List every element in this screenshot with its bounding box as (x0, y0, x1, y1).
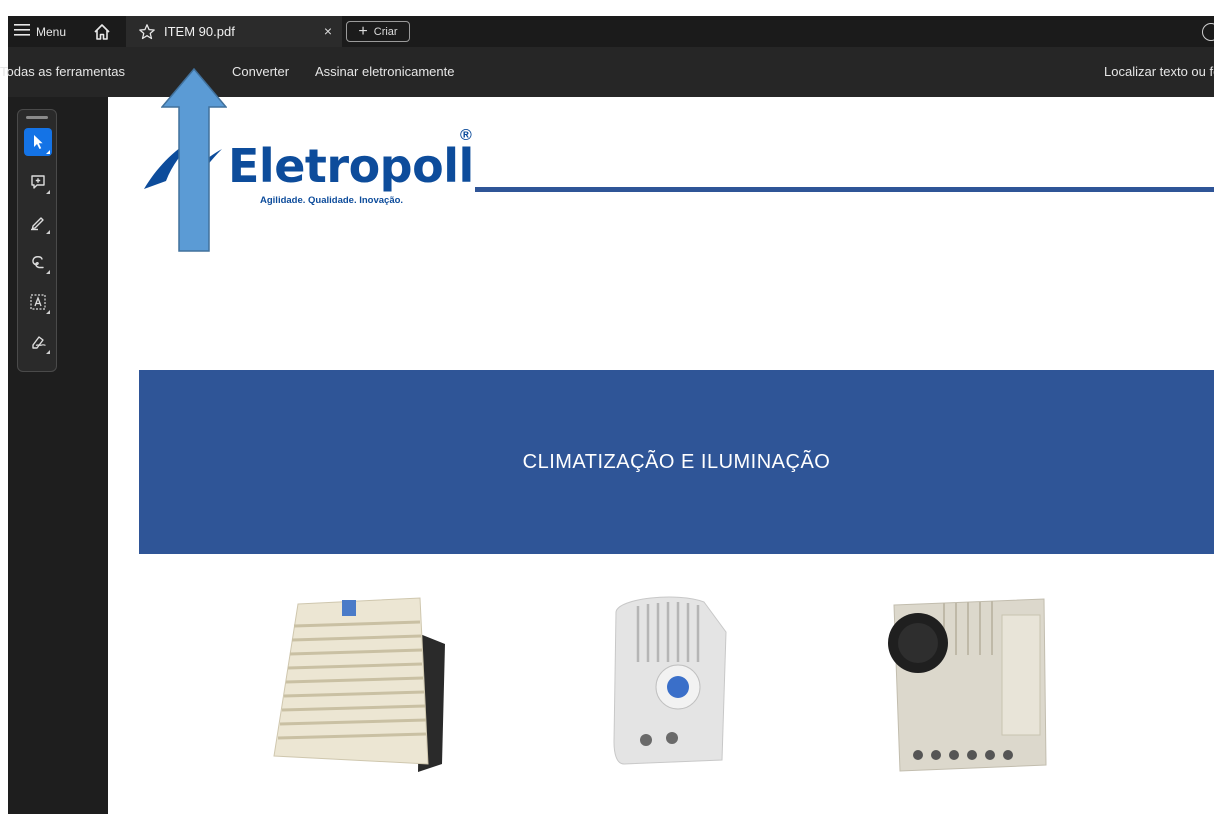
comment-tool-button[interactable] (24, 168, 52, 196)
highlight-pen-icon (31, 217, 44, 231)
sign-button[interactable]: Assinar eletronicamente (315, 64, 454, 79)
plus-icon: + (358, 22, 368, 40)
quick-tools-panel (17, 109, 57, 372)
add-comment-icon (31, 175, 45, 189)
section-title: CLIMATIZAÇÃO E ILUMINAÇÃO (522, 450, 831, 473)
star-icon[interactable] (138, 23, 156, 41)
highlight-tool-button[interactable] (24, 208, 52, 236)
pdf-viewer-window: Menu ITEM 90.pdf × + Criar Todas as ferr… (0, 16, 1214, 814)
pdf-page[interactable]: Eletropoll ® Agilidade. Qualidade. Inova… (108, 97, 1214, 814)
menu-label: Menu (36, 24, 67, 39)
tool-menu-corner (46, 350, 50, 354)
document-tab[interactable]: ITEM 90.pdf × (126, 16, 342, 47)
drag-handle[interactable] (26, 116, 48, 119)
screen-edge (0, 0, 8, 814)
select-pointer-icon (34, 135, 43, 149)
find-text-search[interactable]: Localizar texto ou fe (1104, 64, 1214, 79)
sign-pen-icon (32, 336, 46, 349)
header-rule (475, 187, 1214, 192)
home-button[interactable] (92, 22, 112, 42)
registered-mark: ® (460, 127, 472, 144)
select-tool-button[interactable] (24, 128, 52, 156)
menu-button[interactable]: Menu (14, 16, 66, 47)
draw-tool-button[interactable] (24, 248, 52, 276)
draw-lasso-icon (32, 256, 44, 269)
logo-wordmark: Eletropoll (228, 139, 474, 193)
tab-title: ITEM 90.pdf (164, 24, 235, 39)
tool-menu-corner (46, 270, 50, 274)
all-tools-button[interactable]: Todas as ferramentas (0, 64, 125, 79)
section-banner: CLIMATIZAÇÃO E ILUMINAÇÃO (139, 370, 1214, 554)
text-tool-button[interactable] (24, 288, 52, 316)
thermostat-image (613, 596, 727, 765)
left-tool-rail (8, 97, 108, 814)
hygrostat-controller-image (888, 598, 1047, 772)
tool-menu-corner (46, 150, 50, 154)
tool-menu-corner (46, 310, 50, 314)
tool-menu-corner (46, 190, 50, 194)
hamburger-icon (14, 24, 30, 39)
create-button[interactable]: + Criar (346, 21, 410, 42)
logo-slogan: Agilidade. Qualidade. Inovação. (260, 195, 404, 206)
tool-menu-corner (46, 230, 50, 234)
fan-filter-grille-image (273, 597, 445, 772)
sign-tool-button[interactable] (24, 328, 52, 356)
add-text-icon (30, 294, 46, 310)
create-label: Criar (373, 25, 398, 38)
close-tab-icon[interactable]: × (324, 23, 332, 39)
annotation-arrow-icon (161, 68, 227, 252)
help-icon[interactable] (1202, 23, 1214, 41)
home-icon (94, 24, 110, 40)
convert-button[interactable]: Converter (232, 64, 289, 79)
tab-bar: Menu ITEM 90.pdf × + Criar (8, 16, 1214, 47)
